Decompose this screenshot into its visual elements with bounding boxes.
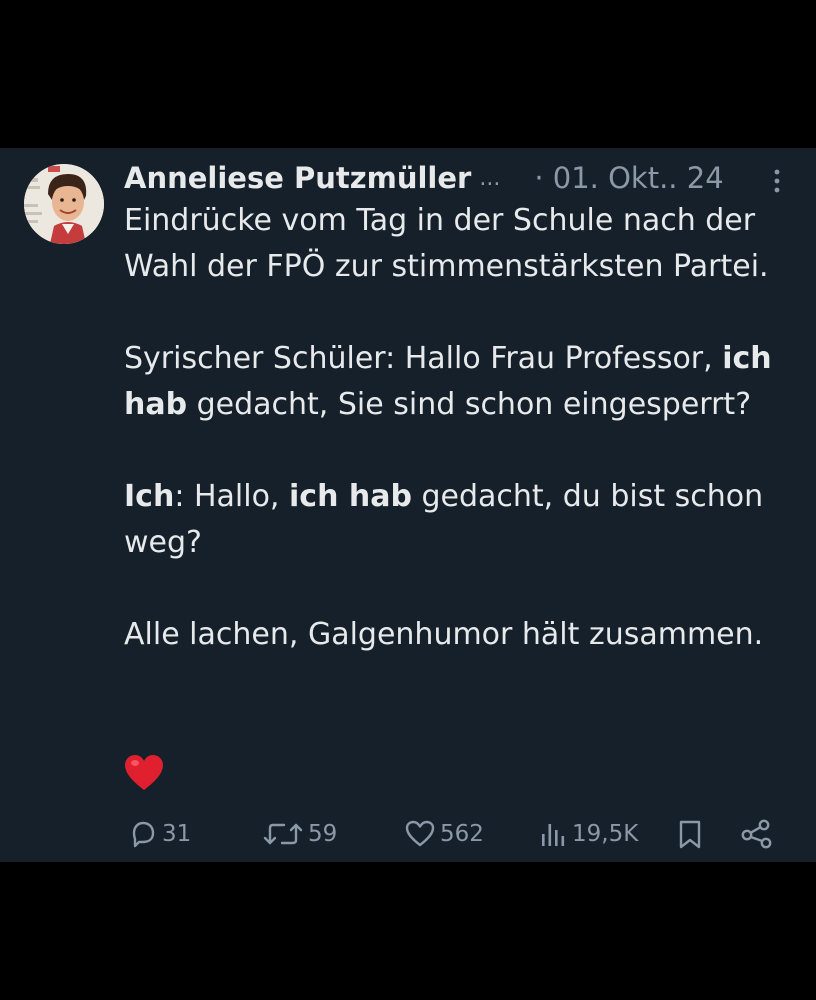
like-icon bbox=[405, 820, 435, 847]
reply-button[interactable]: 31 bbox=[128, 814, 191, 854]
tweet-text: Eindrücke vom Tag in der Schule nach der… bbox=[124, 198, 804, 658]
repost-button[interactable]: 59 bbox=[262, 814, 337, 854]
text-segment: : Hallo, bbox=[174, 479, 289, 514]
bold-text: ich hab bbox=[289, 479, 412, 514]
text-segment: gedacht, Sie sind schon eingesperrt? bbox=[187, 387, 752, 422]
bold-text: Ich bbox=[124, 479, 175, 514]
tweet-paragraph-4: Alle lachen, Galgenhumor hält zusammen. bbox=[124, 617, 764, 652]
author-name[interactable]: Anneliese Putzmüller bbox=[124, 161, 471, 195]
more-vertical-icon[interactable] bbox=[770, 168, 784, 194]
name-truncation: ... bbox=[479, 165, 501, 191]
red-heart-emoji bbox=[124, 754, 164, 792]
repost-count: 59 bbox=[308, 821, 338, 847]
reply-count: 31 bbox=[162, 821, 192, 847]
repost-icon bbox=[263, 823, 303, 845]
share-button[interactable] bbox=[740, 814, 774, 854]
tweet-paragraph-2: Syrischer Schüler: Hallo Frau Professor,… bbox=[124, 336, 804, 428]
bookmark-button[interactable] bbox=[676, 814, 704, 854]
tweet-header: Anneliese Putzmüller ... · 01. Okt.. 24 bbox=[124, 158, 794, 198]
tweet-actions: 31 59 562 19,5K bbox=[0, 814, 816, 854]
avatar-image bbox=[24, 164, 104, 244]
bookmark-icon bbox=[679, 820, 701, 849]
like-count: 562 bbox=[440, 821, 484, 847]
reply-icon bbox=[132, 821, 155, 848]
like-button[interactable]: 562 bbox=[404, 814, 484, 854]
tweet-paragraph-3: Ich: Hallo, ich hab gedacht, du bist sch… bbox=[124, 474, 804, 566]
views-button[interactable]: 19,5K bbox=[540, 814, 638, 854]
views-icon bbox=[542, 824, 565, 846]
tweet-paragraph-1: Eindrücke vom Tag in der Schule nach der… bbox=[124, 203, 769, 284]
text-segment: Syrischer Schüler: Hallo Frau Professor, bbox=[124, 341, 723, 376]
share-icon bbox=[741, 819, 772, 849]
avatar[interactable] bbox=[24, 164, 104, 244]
tweet-date[interactable]: · 01. Okt.. 24 bbox=[534, 161, 723, 195]
views-count: 19,5K bbox=[572, 821, 639, 847]
